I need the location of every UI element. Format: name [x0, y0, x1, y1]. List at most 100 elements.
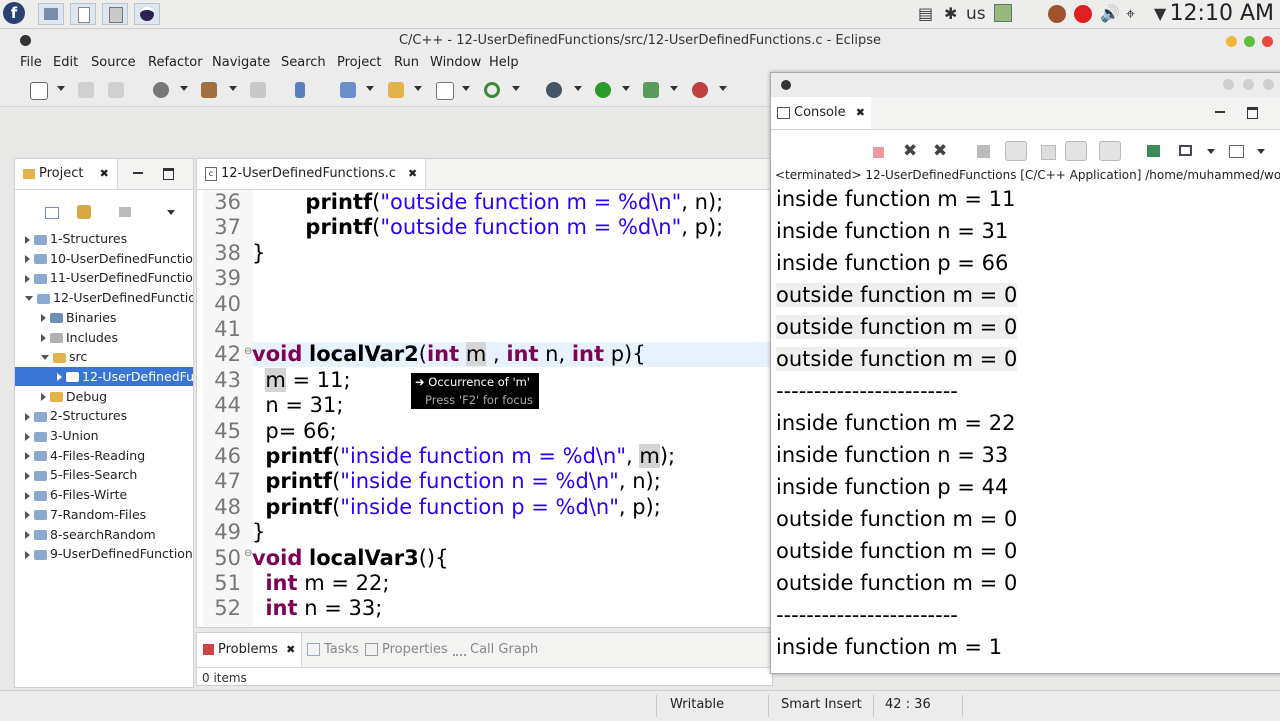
- build-config-icon[interactable]: [153, 82, 169, 98]
- bluetooth-icon[interactable]: ✱: [944, 4, 957, 23]
- hammer-build-icon[interactable]: [201, 82, 217, 98]
- maximize-window-button[interactable]: [1244, 36, 1255, 47]
- collapsed-chevron-icon[interactable]: [41, 334, 46, 342]
- expanded-chevron-icon[interactable]: [25, 296, 33, 302]
- tree-item[interactable]: 1-Structures: [15, 229, 193, 248]
- tree-item[interactable]: 9-UserDefinedFunction: [15, 544, 193, 563]
- menu-navigate[interactable]: Navigate: [212, 55, 270, 70]
- code-line[interactable]: printf("inside function p = %d\n", p);: [252, 495, 660, 519]
- fedora-logo-icon[interactable]: f: [3, 2, 25, 24]
- new-icon[interactable]: [30, 82, 48, 100]
- collapsed-chevron-icon[interactable]: [25, 255, 30, 264]
- refresh-chevron-icon[interactable]: [512, 86, 520, 91]
- menu-help[interactable]: Help: [489, 55, 519, 70]
- collapsed-chevron-icon[interactable]: [41, 393, 46, 402]
- collapsed-chevron-icon[interactable]: [25, 235, 30, 244]
- tab-properties[interactable]: Properties: [365, 633, 448, 667]
- menu-refactor[interactable]: Refactor: [148, 55, 203, 70]
- tab-call-graph[interactable]: Call Graph: [453, 633, 538, 667]
- volume-icon[interactable]: 🔊: [1100, 4, 1120, 23]
- keyboard-layout[interactable]: us: [966, 4, 986, 24]
- debug-bug-icon[interactable]: [546, 82, 562, 98]
- save-icon[interactable]: [78, 82, 94, 98]
- code-line[interactable]: printf("inside function m = %d\n", m);: [252, 444, 675, 468]
- collapsed-chevron-icon[interactable]: [25, 531, 30, 539]
- open-console-chevron-icon[interactable]: [1257, 149, 1265, 154]
- record-icon[interactable]: [1074, 5, 1092, 23]
- console-window-titlebar[interactable]: [771, 73, 1280, 97]
- tree-item[interactable]: 10-UserDefinedFunctio: [15, 249, 193, 268]
- minimize-view-button[interactable]: [1215, 111, 1225, 113]
- new-folder-icon[interactable]: [388, 82, 404, 98]
- window-titlebar[interactable]: C/C++ - 12-UserDefinedFunctions/src/12-U…: [0, 30, 1280, 52]
- scroll-lock-button[interactable]: [1005, 141, 1027, 161]
- collapsed-chevron-icon[interactable]: [25, 274, 30, 283]
- code-line[interactable]: int m = 22;: [252, 571, 389, 595]
- tree-item[interactable]: 12-UserDefinedFunctio: [15, 288, 193, 307]
- tree-item[interactable]: 7-Random-Files: [15, 505, 193, 524]
- run-play-icon[interactable]: [595, 82, 611, 98]
- remove-all-launches-icon[interactable]: ✖: [933, 141, 947, 161]
- display-console-icon[interactable]: [1179, 145, 1192, 156]
- code-line[interactable]: printf("outside function m = %d\n", p);: [252, 215, 723, 239]
- collapsed-chevron-icon[interactable]: [41, 314, 46, 323]
- tree-item[interactable]: Includes: [15, 328, 193, 347]
- menu-window[interactable]: Window: [430, 55, 481, 70]
- close-window-button[interactable]: [1262, 36, 1273, 47]
- minimize-view-button[interactable]: [133, 172, 143, 174]
- refresh-icon[interactable]: [484, 82, 500, 98]
- menu-file[interactable]: File: [20, 55, 42, 70]
- tree-item[interactable]: Binaries: [15, 308, 193, 327]
- collapse-all-icon[interactable]: [45, 207, 59, 219]
- new-dropdown-chevron-icon[interactable]: [57, 86, 65, 91]
- new-folder-chevron-icon[interactable]: [414, 86, 422, 91]
- collapsed-chevron-icon[interactable]: [25, 432, 30, 441]
- view-menu-chevron-icon[interactable]: [167, 210, 175, 215]
- wifi-icon[interactable]: ⌖: [1126, 4, 1135, 24]
- menu-search[interactable]: Search: [281, 55, 326, 70]
- save-all-icon[interactable]: [108, 82, 124, 98]
- tree-item[interactable]: 8-searchRandom: [15, 525, 193, 544]
- coverage-icon[interactable]: [692, 82, 708, 98]
- show-on-stdout-button[interactable]: [1065, 141, 1087, 161]
- collapsed-chevron-icon[interactable]: [25, 412, 30, 421]
- binary-icon[interactable]: [250, 82, 266, 98]
- text-editor-icon[interactable]: [70, 3, 96, 25]
- clock[interactable]: 12:10 AM: [1170, 1, 1274, 26]
- tree-item[interactable]: Debug: [15, 387, 193, 406]
- maximize-view-button[interactable]: [163, 168, 174, 180]
- coverage-chevron-icon[interactable]: [719, 86, 727, 91]
- toggle-mark-icon[interactable]: [295, 82, 305, 98]
- tab-editor-file[interactable]: c 12-UserDefinedFunctions.c ✖: [197, 159, 427, 189]
- new-project-chevron-icon[interactable]: [366, 86, 374, 91]
- new-project-icon[interactable]: [340, 82, 356, 98]
- code-line[interactable]: }: [252, 520, 265, 544]
- maximize-view-button[interactable]: [1247, 107, 1258, 119]
- code-line[interactable]: void localVar3(){: [252, 546, 448, 570]
- collapsed-chevron-icon[interactable]: [57, 373, 62, 382]
- collapsed-chevron-icon[interactable]: [25, 491, 30, 500]
- minimize-window-button[interactable]: [1226, 36, 1237, 47]
- console-maximize-button[interactable]: [1243, 79, 1254, 90]
- tree-item[interactable]: 3-Union: [15, 426, 193, 445]
- debug-chevron-icon[interactable]: [574, 86, 582, 91]
- filter-icon[interactable]: [119, 207, 131, 217]
- tree-item[interactable]: 11-UserDefinedFunctio: [15, 268, 193, 287]
- code-line[interactable]: n = 31;: [252, 393, 343, 417]
- collapsed-chevron-icon[interactable]: [25, 511, 30, 520]
- code-line[interactable]: printf("outside function m = %d\n", n);: [252, 190, 723, 214]
- menu-source[interactable]: Source: [91, 55, 136, 70]
- close-icon[interactable]: ✖: [408, 167, 417, 180]
- tab-tasks[interactable]: Tasks: [307, 633, 359, 667]
- build-config-chevron-icon[interactable]: [180, 86, 188, 91]
- code-line[interactable]: void localVar2(int m , int n, int p){: [252, 342, 646, 367]
- collapsed-chevron-icon[interactable]: [25, 550, 30, 559]
- code-line[interactable]: m = 11;: [252, 367, 351, 392]
- menu-chevron-down-icon[interactable]: ▼: [1154, 4, 1166, 23]
- link-editor-icon[interactable]: [77, 205, 91, 219]
- tree-item[interactable]: 12-UserDefinedFu: [15, 366, 193, 386]
- expanded-chevron-icon[interactable]: [41, 355, 49, 361]
- code-line[interactable]: int n = 33;: [252, 596, 382, 620]
- tab-project[interactable]: Project ✖: [15, 159, 118, 189]
- menu-edit[interactable]: Edit: [53, 55, 78, 70]
